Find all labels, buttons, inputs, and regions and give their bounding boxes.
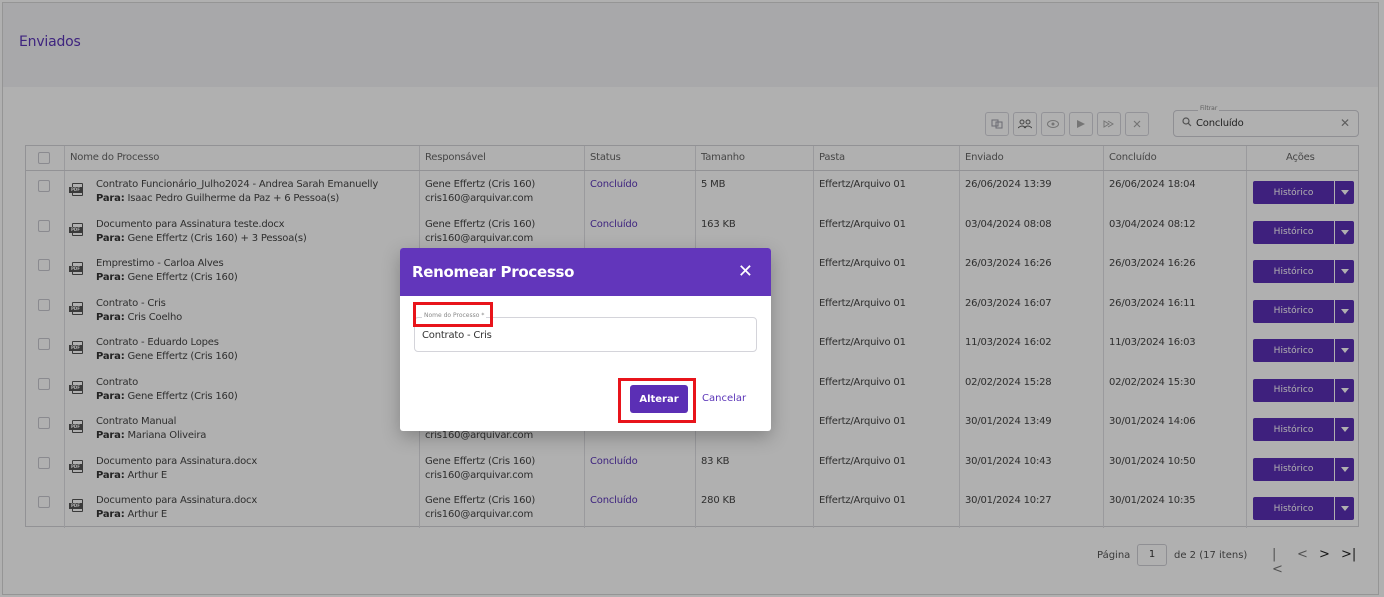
process-name-value: Contrato - Cris	[422, 330, 492, 341]
dialog-header: Renomear Processo ✕	[400, 248, 771, 296]
rename-dialog: Renomear Processo ✕ Nome do Processo * C…	[400, 248, 771, 431]
dialog-title: Renomear Processo	[412, 263, 575, 281]
cancel-button[interactable]: Cancelar	[702, 393, 746, 404]
highlight-box-label	[413, 302, 493, 327]
close-icon[interactable]: ✕	[738, 261, 753, 282]
highlight-box-confirm	[618, 378, 696, 423]
